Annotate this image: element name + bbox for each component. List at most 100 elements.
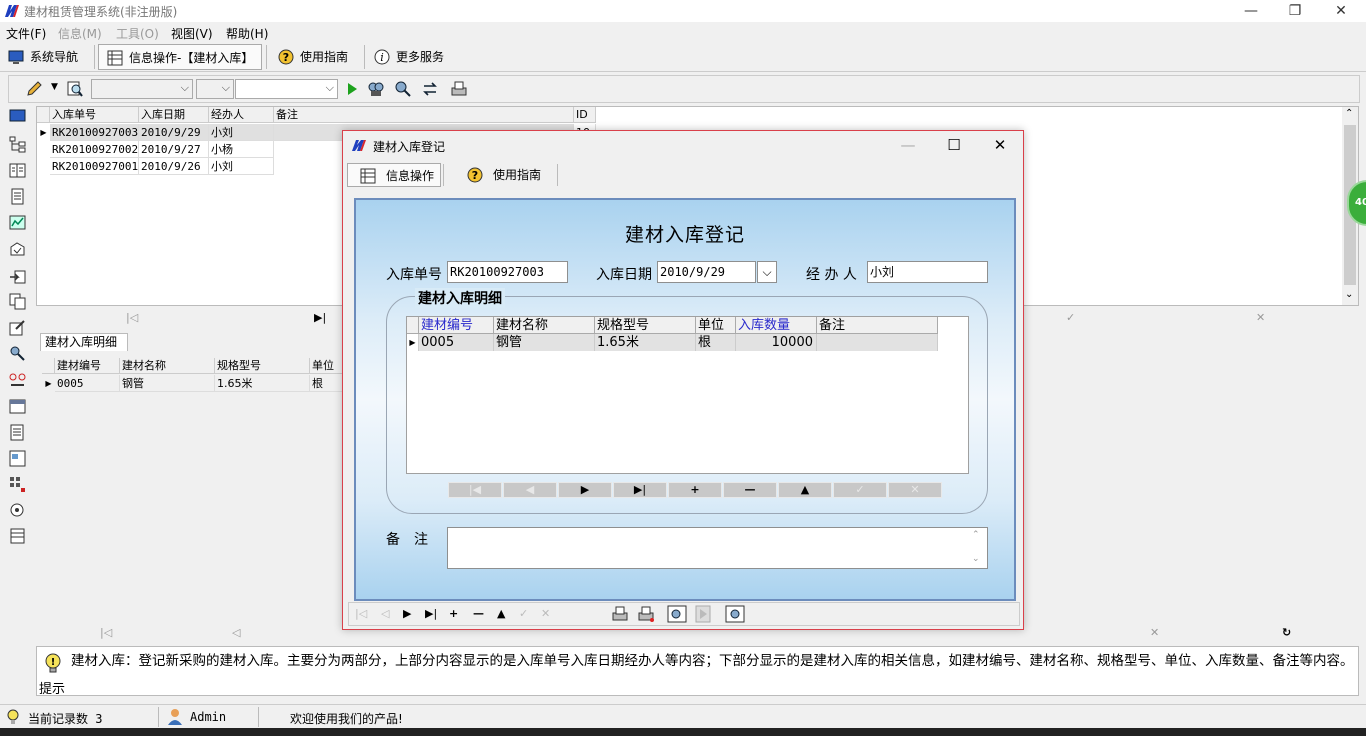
tab-user-guide[interactable]: ? 使用指南 bbox=[455, 163, 555, 187]
user-guide-button[interactable]: ? 使用指南 bbox=[270, 44, 360, 70]
nav-first-button[interactable]: |◀ bbox=[448, 482, 502, 498]
next-record-icon[interactable]: ▶ bbox=[403, 607, 411, 620]
first-record-icon[interactable]: |◁ bbox=[355, 607, 367, 620]
nav-insert-button[interactable]: + bbox=[668, 482, 722, 498]
refresh-icon[interactable] bbox=[421, 80, 439, 98]
post-record-icon[interactable]: ✓ bbox=[519, 607, 528, 620]
edit-record-icon[interactable]: ▲ bbox=[497, 607, 505, 620]
cell-unit[interactable]: 根 bbox=[696, 334, 736, 351]
nav-post-button[interactable]: ✓ bbox=[833, 482, 887, 498]
operator-select[interactable]: ⌵ bbox=[196, 79, 234, 99]
cancel-icon[interactable]: ✕ bbox=[1256, 311, 1265, 324]
field-select[interactable]: ⌵ bbox=[91, 79, 193, 99]
memo-scroll-up-icon[interactable]: ⌃ bbox=[972, 530, 980, 540]
cell-date[interactable]: 2010/9/29 bbox=[139, 124, 209, 141]
remark-memo-field[interactable] bbox=[447, 527, 988, 569]
cell-no[interactable]: RK20100927001 bbox=[50, 158, 139, 175]
pencil-icon[interactable] bbox=[25, 80, 43, 98]
book-icon[interactable] bbox=[9, 162, 26, 179]
list-icon[interactable] bbox=[9, 424, 26, 441]
handler-field[interactable]: 小刘 bbox=[867, 261, 988, 283]
col-header-date[interactable]: 入库日期 bbox=[139, 107, 209, 123]
menu-view[interactable]: 视图(V) bbox=[171, 25, 213, 42]
menu-tools[interactable]: 工具(O) bbox=[116, 25, 159, 42]
nav-edit-button[interactable]: ▲ bbox=[778, 482, 832, 498]
col-header-remark[interactable]: 备注 bbox=[274, 107, 574, 123]
nav-next-button[interactable]: ▶ bbox=[558, 482, 612, 498]
restore-button[interactable]: ❐ bbox=[1272, 0, 1318, 22]
run-icon[interactable] bbox=[343, 80, 361, 98]
cell-handler[interactable]: 小刘 bbox=[209, 158, 274, 175]
last-record-icon[interactable]: ▶| bbox=[425, 607, 437, 620]
cancel-record-icon[interactable]: ✕ bbox=[541, 607, 550, 620]
first-record-icon[interactable]: |◁ bbox=[126, 311, 138, 324]
scroll-down-icon[interactable]: ⌄ bbox=[1345, 289, 1353, 300]
cancel-icon[interactable]: ✕ bbox=[1150, 626, 1159, 639]
import-icon[interactable] bbox=[9, 268, 26, 285]
copy-icon[interactable] bbox=[9, 293, 26, 310]
prior-record-icon[interactable]: ◁ bbox=[232, 626, 240, 639]
cell-no[interactable]: RK20100927002 bbox=[50, 141, 139, 158]
user-search-icon[interactable] bbox=[9, 345, 26, 362]
cell-qty[interactable]: 10000 bbox=[736, 334, 817, 351]
cell-remark[interactable] bbox=[817, 334, 938, 351]
dialog-minimize-button[interactable]: — bbox=[885, 131, 931, 159]
cell-code[interactable]: 0005 bbox=[419, 334, 494, 351]
print-icon[interactable] bbox=[611, 605, 629, 623]
preview-icon[interactable] bbox=[667, 605, 687, 623]
col-header-remark[interactable]: 备注 bbox=[817, 317, 938, 334]
cell-spec[interactable]: 1.65米 bbox=[215, 375, 310, 392]
print-icon[interactable] bbox=[450, 80, 468, 98]
col-header-spec[interactable]: 规格型号 bbox=[595, 317, 696, 334]
cell-handler[interactable]: 小杨 bbox=[209, 141, 274, 158]
nav-last-button[interactable]: ▶| bbox=[613, 482, 667, 498]
edit-icon[interactable] bbox=[9, 319, 26, 336]
info-operation-tab[interactable]: 信息操作-【建材入库】 bbox=[98, 44, 262, 70]
col-header-qty[interactable]: 入库数量 bbox=[736, 317, 817, 334]
insert-record-icon[interactable]: + bbox=[449, 607, 458, 620]
cell-handler[interactable]: 小刘 bbox=[209, 124, 274, 141]
post-icon[interactable]: ✓ bbox=[1066, 311, 1075, 324]
prior-record-icon[interactable]: ◁ bbox=[381, 607, 389, 620]
more-services-button[interactable]: i 更多服务 bbox=[366, 44, 456, 70]
col-header-code[interactable]: 建材编号 bbox=[419, 317, 494, 334]
play-disabled-icon[interactable] bbox=[695, 605, 711, 623]
grid-icon[interactable] bbox=[9, 476, 26, 493]
memo-scroll-down-icon[interactable]: ⌄ bbox=[972, 554, 980, 564]
col-header-unit[interactable]: 单位 bbox=[696, 317, 736, 334]
col-header-name[interactable]: 建材名称 bbox=[494, 317, 595, 334]
menu-help[interactable]: 帮助(H) bbox=[226, 25, 268, 42]
nav-prior-button[interactable]: ◀ bbox=[503, 482, 557, 498]
find-next-icon[interactable] bbox=[394, 80, 412, 98]
close-button[interactable]: ✕ bbox=[1318, 0, 1364, 22]
minimize-button[interactable]: — bbox=[1228, 0, 1274, 22]
nav-delete-button[interactable]: — bbox=[723, 482, 777, 498]
link-icon[interactable] bbox=[9, 372, 26, 389]
col-header-handler[interactable]: 经办人 bbox=[209, 107, 274, 123]
cell-no[interactable]: RK20100927003 bbox=[50, 124, 139, 141]
chart-icon[interactable] bbox=[9, 214, 26, 231]
first-record-icon[interactable]: |◁ bbox=[100, 626, 112, 639]
last-record-icon[interactable]: ▶| bbox=[314, 311, 326, 324]
menu-info[interactable]: 信息(M) bbox=[58, 25, 102, 42]
search-icon[interactable] bbox=[66, 80, 84, 98]
settings-icon[interactable] bbox=[9, 502, 26, 519]
col-header-no[interactable]: 入库单号 bbox=[50, 107, 139, 123]
stock-in-date-field[interactable]: 2010/9/29 bbox=[657, 261, 756, 283]
tab-stock-in-detail[interactable]: 建材入库明细 bbox=[40, 333, 128, 351]
zoom-icon[interactable] bbox=[725, 605, 745, 623]
cell-name[interactable]: 钢管 bbox=[494, 334, 595, 351]
tree-icon[interactable] bbox=[9, 136, 26, 153]
calendar-icon[interactable] bbox=[9, 398, 26, 415]
cell-date[interactable]: 2010/9/27 bbox=[139, 141, 209, 158]
tab-info-operation[interactable]: 信息操作 bbox=[347, 163, 441, 187]
find-icon[interactable] bbox=[367, 80, 385, 98]
monitor-icon[interactable] bbox=[9, 108, 26, 125]
dropdown-arrow-icon[interactable]: ▼ bbox=[51, 82, 58, 92]
value-select[interactable]: ⌵ bbox=[235, 79, 338, 99]
dialog-maximize-button[interactable]: ☐ bbox=[931, 131, 977, 159]
form-icon[interactable] bbox=[9, 450, 26, 467]
cell-code[interactable]: 0005 bbox=[55, 375, 120, 392]
nav-cancel-button[interactable]: ✕ bbox=[888, 482, 942, 498]
dialog-close-button[interactable]: ✕ bbox=[977, 131, 1023, 159]
